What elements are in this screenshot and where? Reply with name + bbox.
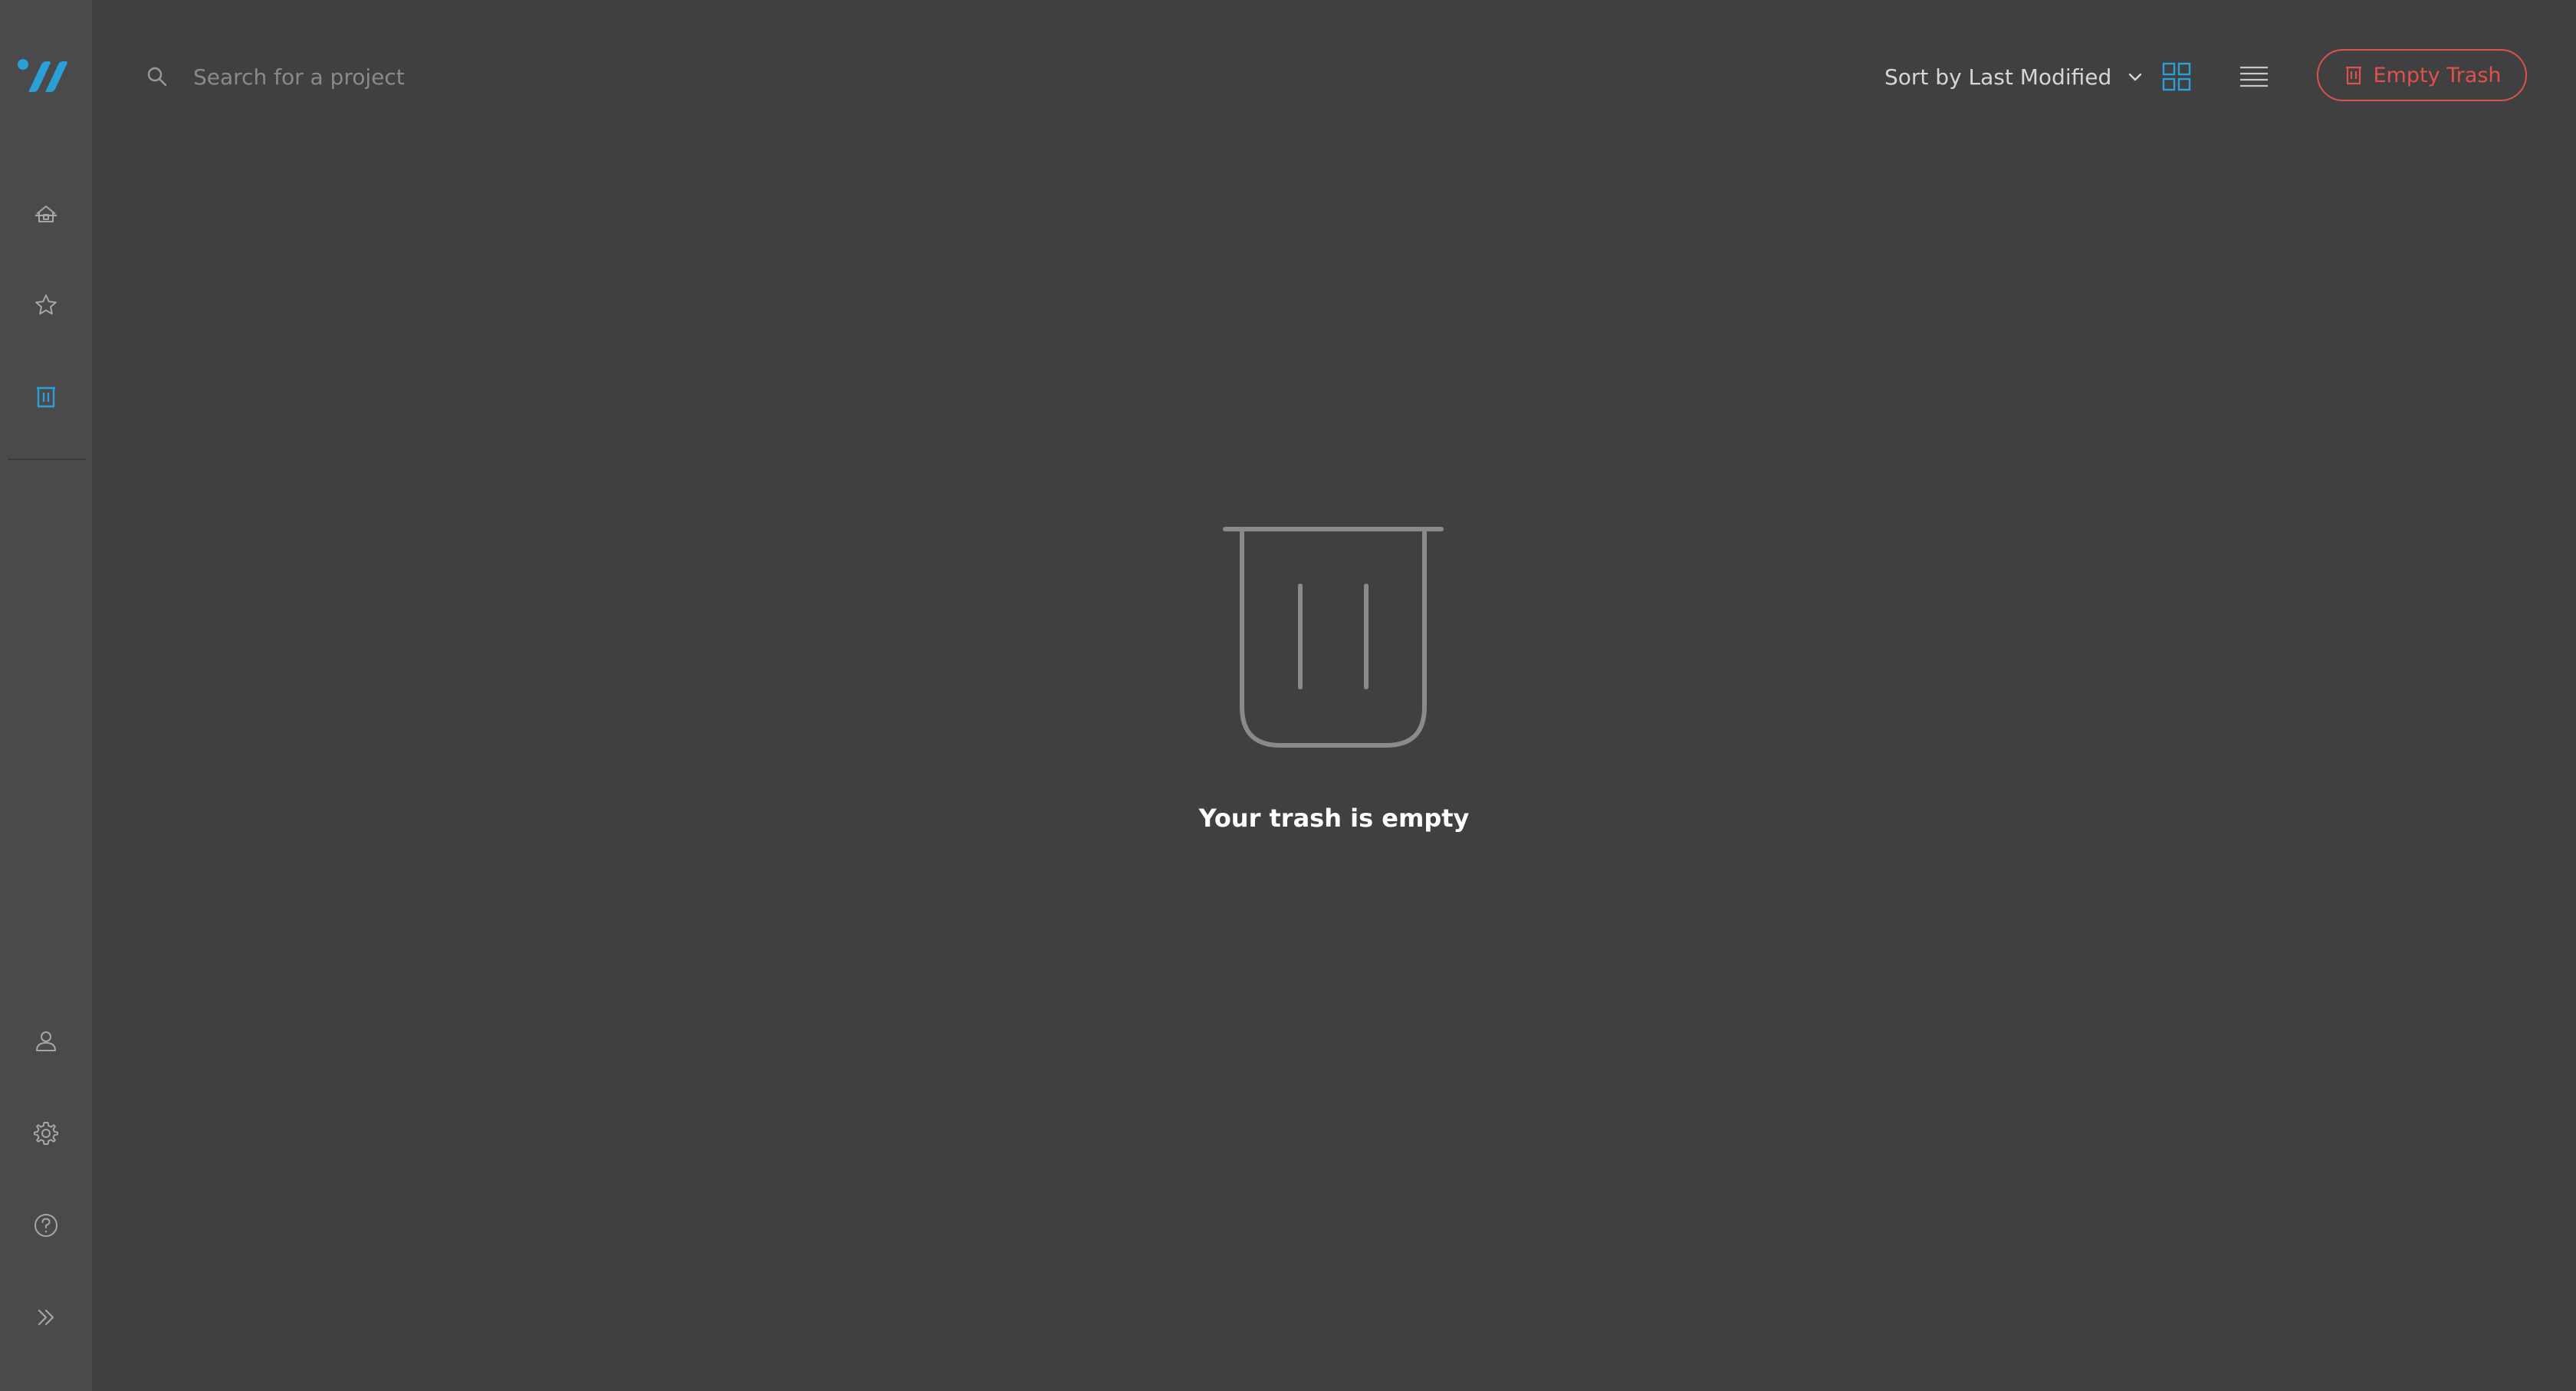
sidebar-divider [8, 459, 86, 460]
home-icon [35, 206, 57, 222]
chevron-down-icon [2129, 73, 2142, 81]
sidebar-item-help[interactable] [23, 1202, 69, 1248]
sidebar [0, 0, 92, 1391]
empty-state-message: Your trash is empty [1198, 804, 1470, 833]
sidebar-expand-button[interactable] [23, 1294, 69, 1340]
sort-dropdown[interactable]: Sort by Last Modified [1884, 57, 2144, 97]
grid-view-icon [2162, 62, 2191, 91]
trash-icon [2345, 66, 2361, 85]
search-bar [146, 55, 682, 98]
trash-icon [37, 386, 55, 408]
search-icon [147, 67, 167, 87]
search-input[interactable] [192, 63, 655, 90]
sidebar-item-trash[interactable] [23, 374, 69, 420]
list-view-button[interactable] [2233, 55, 2275, 98]
empty-trash-button[interactable]: Empty Trash [2317, 49, 2527, 101]
app-logo[interactable] [15, 54, 77, 97]
sidebar-item-settings[interactable] [23, 1110, 69, 1156]
sort-label: Sort by Last Modified [1884, 64, 2112, 90]
gear-icon [34, 1122, 58, 1145]
star-icon [35, 294, 57, 315]
expand-icon [38, 1309, 54, 1326]
app-window: Sort by Last Modified Empty Trash [0, 0, 2576, 1391]
empty-trash-label: Empty Trash [2373, 63, 2502, 87]
sidebar-item-account[interactable] [23, 1018, 69, 1064]
grid-view-button[interactable] [2155, 55, 2198, 98]
user-icon [36, 1031, 56, 1051]
sidebar-item-favorites[interactable] [23, 282, 69, 328]
help-icon [34, 1214, 58, 1237]
empty-trash-illustration [1223, 527, 1444, 748]
list-view-icon [2240, 66, 2268, 87]
sidebar-item-home[interactable] [23, 192, 69, 238]
